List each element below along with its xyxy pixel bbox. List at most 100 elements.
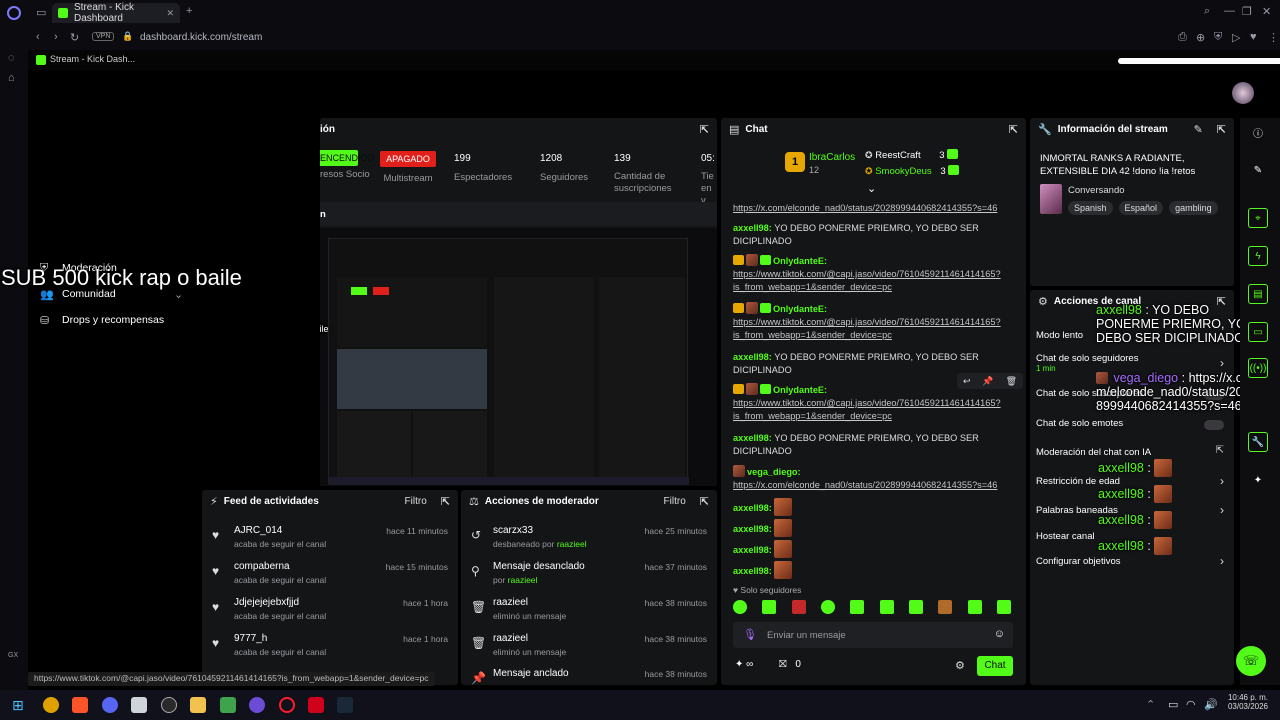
close-tab-icon[interactable]: ✕: [166, 8, 174, 19]
action-host-channel[interactable]: Hostear canal: [1036, 531, 1095, 542]
maximize-icon[interactable]: ❐: [1242, 5, 1252, 18]
popout-icon[interactable]: ⇱: [441, 495, 450, 508]
edit-icon[interactable]: ✎: [1248, 160, 1268, 180]
network-icon[interactable]: ▭: [1168, 698, 1178, 711]
opera-gx-icon[interactable]: [279, 697, 295, 713]
sidebar-item-drops[interactable]: ⛁ Drops y recompensas: [40, 314, 200, 327]
action-title[interactable]: raazieel: [493, 597, 528, 608]
pin-icon[interactable]: ⊕: [1196, 31, 1205, 44]
action-emotes-only[interactable]: Chat de solo emotes: [1036, 418, 1123, 429]
popout-icon[interactable]: ⇱: [700, 495, 709, 508]
chat-username[interactable]: axxell98:: [733, 545, 772, 555]
edit-icon[interactable]: ✎: [1194, 123, 1203, 136]
action-ai-moderation[interactable]: Moderación del chat con IA: [1036, 447, 1151, 458]
emote-icon[interactable]: [938, 600, 953, 614]
stream-preview[interactable]: SUB 500 kick rap o baile: [320, 228, 717, 486]
chat-username[interactable]: OnlydanteE:: [773, 385, 827, 395]
leader-3[interactable]: ✪ SmookyDeus 3: [865, 165, 961, 177]
shield-icon[interactable]: ⛨: [1214, 31, 1222, 44]
bookmark-kick[interactable]: Stream - Kick Dash...: [50, 54, 135, 64]
chevron-right-icon[interactable]: ›: [1220, 554, 1224, 568]
emote-icon[interactable]: [967, 600, 982, 614]
user-name[interactable]: Jdjejejejebxfjjd: [234, 597, 299, 608]
user-name[interactable]: 9777_h: [234, 633, 267, 644]
category-name[interactable]: Conversando: [1068, 185, 1125, 196]
moderator-name[interactable]: raazieel: [508, 575, 538, 585]
action-title[interactable]: Mensaje anclado: [493, 668, 569, 679]
chat-username[interactable]: axxell98:: [733, 352, 772, 362]
document-icon[interactable]: ▤: [1248, 284, 1268, 304]
bookmark-icon[interactable]: ⎙: [1178, 31, 1187, 44]
emote-icon[interactable]: [733, 600, 747, 614]
popout-icon[interactable]: ⇱: [1217, 123, 1226, 136]
clock[interactable]: 10:46 p. m. 03/03/2026: [1222, 693, 1268, 711]
back-icon[interactable]: ‹: [36, 31, 40, 43]
folder-icon[interactable]: [190, 697, 206, 713]
obs-icon[interactable]: [249, 697, 265, 713]
minimize-icon[interactable]: —: [1224, 5, 1235, 17]
forward-icon[interactable]: ›: [54, 31, 58, 43]
chat-username[interactable]: axxell98:: [733, 524, 772, 534]
external-link-icon[interactable]: ⇱: [1216, 445, 1224, 456]
chat-input[interactable]: 🎙 Enviar un mensaje ☺: [733, 622, 1013, 648]
user-name[interactable]: AJRC_014: [234, 525, 282, 536]
reply-icon[interactable]: ↩: [963, 376, 971, 387]
chat-link[interactable]: https://www.tiktok.com/@capi.jaso/video/…: [733, 269, 1001, 292]
action-slow-mode[interactable]: Modo lento: [1036, 330, 1083, 341]
chat-username[interactable]: axxell98:: [733, 223, 772, 233]
filter-button[interactable]: Filtro: [664, 496, 686, 507]
collapse-icon[interactable]: ⌄: [867, 182, 876, 195]
avatar[interactable]: [1232, 82, 1254, 104]
gx-icon[interactable]: GX: [8, 652, 18, 659]
emote-icon[interactable]: [996, 600, 1011, 614]
chevron-right-icon[interactable]: ›: [1220, 503, 1224, 517]
chat-username[interactable]: OnlydanteE:: [773, 256, 827, 266]
chat-link[interactable]: https://x.com/elconde_nad0/status/202899…: [733, 480, 997, 490]
moderator-name[interactable]: raazieel: [557, 539, 587, 549]
broadcast-icon[interactable]: ((•)): [1248, 358, 1268, 378]
menu-icon[interactable]: ⋮: [1268, 31, 1279, 44]
support-button[interactable]: ☏: [1236, 646, 1266, 676]
coin-app-icon[interactable]: [43, 697, 59, 713]
action-followers-only[interactable]: Chat de solo seguidores 1 min: [1036, 353, 1138, 373]
leader-2[interactable]: ✪ ReestCraft 3: [865, 149, 960, 161]
action-title[interactable]: Mensaje desanclado: [493, 561, 585, 572]
vpn-badge[interactable]: VPN: [92, 32, 115, 41]
volume-icon[interactable]: 🔊: [1204, 698, 1218, 711]
action-set-goals[interactable]: Configurar objetivos: [1036, 556, 1121, 567]
settings-icon[interactable]: ⚙: [955, 659, 965, 672]
chevron-right-icon[interactable]: ›: [1220, 356, 1224, 370]
trash-icon[interactable]: 🗑: [1006, 376, 1017, 387]
github-icon[interactable]: [161, 697, 177, 713]
emote-icon[interactable]: [791, 600, 806, 614]
extensions-icon[interactable]: ✦: [1248, 470, 1268, 490]
gamepad-icon[interactable]: [220, 697, 236, 713]
action-title[interactable]: raazieel: [493, 633, 528, 644]
emote-icon[interactable]: [879, 600, 894, 614]
discord-icon[interactable]: [102, 697, 118, 713]
tab-list-icon[interactable]: ▭: [36, 6, 46, 19]
messenger-icon[interactable]: ◌: [8, 52, 15, 64]
filter-button[interactable]: Filtro: [405, 496, 427, 507]
lightning-icon[interactable]: ϟ: [1248, 246, 1268, 266]
windows-start-icon[interactable]: ⊞: [12, 697, 24, 714]
chat-username[interactable]: axxell98:: [733, 566, 772, 576]
emote-icon[interactable]: [762, 600, 777, 614]
emote-icon[interactable]: [850, 600, 865, 614]
emoji-icon[interactable]: ☺: [994, 628, 1005, 640]
chat-username[interactable]: OnlydanteE:: [773, 304, 827, 314]
chat-bubble-icon[interactable]: ▭: [1248, 322, 1268, 342]
emote-icon[interactable]: [908, 600, 923, 614]
store-icon[interactable]: [131, 697, 147, 713]
red-app-icon[interactable]: [308, 697, 324, 713]
chat-link[interactable]: https://x.com/elconde_nad0/status/202899…: [733, 203, 997, 213]
popout-icon[interactable]: ⇱: [1009, 123, 1018, 136]
chat-link[interactable]: https://www.tiktok.com/@capi.jaso/video/…: [733, 398, 1001, 421]
reload-icon[interactable]: ↻: [70, 31, 79, 44]
user-name[interactable]: compaberna: [234, 561, 290, 572]
emote-icon[interactable]: [820, 600, 835, 614]
wifi-icon[interactable]: ◠: [1186, 698, 1196, 711]
popout-icon[interactable]: ⇱: [700, 123, 709, 136]
gift-counter[interactable]: ⛝ 0: [779, 659, 801, 670]
brave-icon[interactable]: [72, 697, 88, 713]
